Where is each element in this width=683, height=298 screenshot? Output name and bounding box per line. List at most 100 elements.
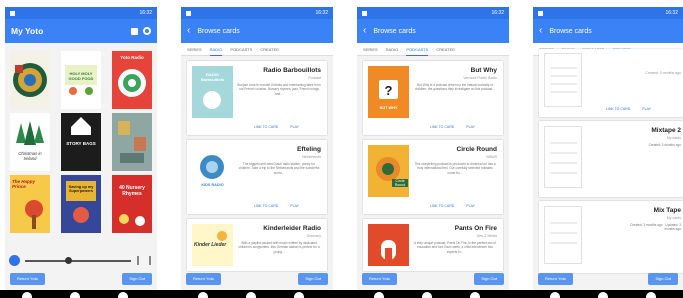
card-artwork: ? BUT WHY <box>368 66 409 118</box>
card-artwork <box>112 175 152 233</box>
card-description: A truly unique podcast, Pants On Fire, i… <box>413 241 497 254</box>
tab-bar: SERIES RADIO PODCASTS CREATED <box>357 43 509 56</box>
sign-out-button[interactable]: Sign Out <box>648 273 678 285</box>
card-item[interactable]: KIDS RADIO Efteling Netherlands The bigg… <box>187 140 327 214</box>
status-time: 16:32 <box>139 10 152 16</box>
card-title: Mix Tape <box>653 207 681 214</box>
sign-out-button[interactable]: Sign Out <box>474 273 504 285</box>
page-title: Browse cards <box>373 27 416 35</box>
strip-mark <box>198 292 208 298</box>
card-artwork: Kinder Lieder <box>192 224 233 266</box>
card-title-text: Yoto Radio <box>120 55 144 60</box>
card-title: Kinderleider Radio <box>263 225 321 232</box>
strip-mark <box>422 292 432 298</box>
library-card-3[interactable]: Yoto Radio <box>112 51 152 109</box>
library-card-8[interactable]: Saving up my Superpowers <box>61 175 101 233</box>
gear-icon[interactable] <box>143 27 151 35</box>
card-subtitle: My cards <box>666 136 681 140</box>
back-arrow-icon[interactable]: ‹ <box>539 26 542 36</box>
card-item[interactable]: Pants On Fire Gen-Z Media A truly unique… <box>363 219 503 271</box>
screen-browse-podcasts: 16:32 ‹ Browse cards SERIES RADIO PODCAS… <box>357 7 509 290</box>
card-title: Circle Round <box>456 146 497 153</box>
card-artwork <box>112 113 152 171</box>
play-button[interactable]: PLAY <box>466 204 475 208</box>
notification-icon <box>10 10 15 16</box>
card-subtitle: Podcast <box>308 76 321 80</box>
library-card-5[interactable]: STORY BAGS <box>61 113 101 171</box>
card-title-text: The Happy Prince <box>12 179 36 189</box>
return-yoto-button[interactable]: Return Yoto <box>10 273 45 285</box>
tab-podcasts[interactable]: PODCASTS <box>230 43 252 56</box>
library-card-2[interactable]: HOLY MOLY GOOD FOOD <box>61 51 101 109</box>
card-description: Bonjour bout le monde! Enfants and enter… <box>237 83 321 96</box>
back-arrow-icon[interactable]: ‹ <box>363 26 366 36</box>
volume-slider[interactable] <box>25 260 131 262</box>
strip-mark <box>470 292 480 298</box>
return-yoto-button[interactable]: Return Yoto <box>538 273 573 285</box>
card-item[interactable]: Circle Round Circle Round WBUR This stor… <box>363 140 503 214</box>
tab-series[interactable]: SERIES <box>187 43 202 56</box>
card-description: But Why is a podcast driven by the natur… <box>415 83 495 92</box>
return-yoto-button[interactable]: Return Yoto <box>362 273 397 285</box>
artwork-text: BUT WHY <box>379 106 398 110</box>
status-time: 16:32 <box>491 10 504 16</box>
library-card-6[interactable] <box>112 113 152 171</box>
card-title: Pants On Fire <box>454 225 497 232</box>
strip-mark <box>246 292 256 298</box>
card-item[interactable]: Created: 3 months ago LINK TO CARD PLAY <box>539 49 683 117</box>
status-bar: 16:32 <box>533 7 683 19</box>
card-item[interactable]: ? BUT WHY But Why Vermont Public Radio B… <box>363 61 503 135</box>
card-artwork <box>544 53 582 107</box>
equalizer-icon <box>137 256 151 265</box>
link-to-card-button[interactable]: LINK TO CARD <box>254 204 278 208</box>
link-to-card-button[interactable]: LINK TO CARD <box>430 204 454 208</box>
play-icon[interactable] <box>9 255 20 266</box>
card-item[interactable]: Mixtape 2 My cards Created: 3 months ago <box>539 121 683 197</box>
play-button[interactable]: PLAY <box>466 125 475 129</box>
card-title: Mixtape 2 <box>651 127 681 134</box>
status-bar: 16:32 <box>5 7 157 19</box>
status-bar: 16:32 <box>357 7 509 19</box>
artwork-text: RADIO Barbouillots <box>200 72 225 82</box>
card-title-text: Christmas in Ireland <box>18 151 42 161</box>
tab-created[interactable]: CREATED <box>260 43 279 56</box>
card-title: Radio Barbouillots <box>263 67 321 74</box>
card-artwork <box>544 126 582 188</box>
bottom-strip <box>0 290 683 298</box>
return-yoto-button[interactable]: Return Yoto <box>186 273 221 285</box>
screen-browse-created: 16:32 ‹ Browse cards SERIES RADIO PODCAS… <box>533 7 683 290</box>
tab-podcasts[interactable]: PODCASTS <box>406 43 429 56</box>
tab-radio[interactable]: RADIO <box>386 43 399 56</box>
tab-radio[interactable]: RADIO <box>209 43 222 56</box>
sign-out-button[interactable]: Sign Out <box>122 273 152 285</box>
back-arrow-icon[interactable]: ‹ <box>187 26 190 36</box>
library-card-9[interactable]: 40 Nursery Rhymes <box>112 175 152 233</box>
card-item[interactable]: Kinder Lieder Kinderleider Radio Germany… <box>187 219 327 271</box>
sign-out-button[interactable]: Sign Out <box>298 273 328 285</box>
strip-mark <box>598 292 608 298</box>
library-card-4[interactable]: Christmas in Ireland <box>10 113 50 171</box>
play-button[interactable]: PLAY <box>642 107 651 111</box>
card-subtitle: WBUR <box>486 155 497 159</box>
link-to-card-button[interactable]: LINK TO CARD <box>606 107 630 111</box>
strip-mark <box>22 292 32 298</box>
play-button[interactable]: PLAY <box>290 204 299 208</box>
library-card-7[interactable]: The Happy Prince <box>10 175 50 233</box>
tab-created[interactable]: CREATED <box>436 43 455 56</box>
card-title-text: STORY BAGS <box>66 141 96 146</box>
play-button[interactable]: PLAY <box>290 125 299 129</box>
link-to-card-button[interactable]: LINK TO CARD <box>430 125 454 129</box>
card-description: With a playlist packed with music writte… <box>238 241 320 254</box>
page-title: Browse cards <box>197 27 240 35</box>
card-artwork: RADIO Barbouillots <box>192 66 233 118</box>
card-title-text: 40 Nursery Rhymes <box>119 185 145 197</box>
card-icon[interactable] <box>131 27 138 35</box>
card-item[interactable]: RADIO Barbouillots Radio Barbouillots Po… <box>187 61 327 135</box>
volume-handle[interactable] <box>65 257 72 264</box>
link-to-card-button[interactable]: LINK TO CARD <box>254 125 278 129</box>
card-item[interactable]: Mix Tape My cards Created: 3 months ago … <box>539 201 683 273</box>
library-card-1[interactable] <box>10 51 50 109</box>
page-title: My Yoto <box>11 26 44 36</box>
status-time: 16:32 <box>665 10 678 16</box>
tab-series[interactable]: SERIES <box>363 43 378 56</box>
